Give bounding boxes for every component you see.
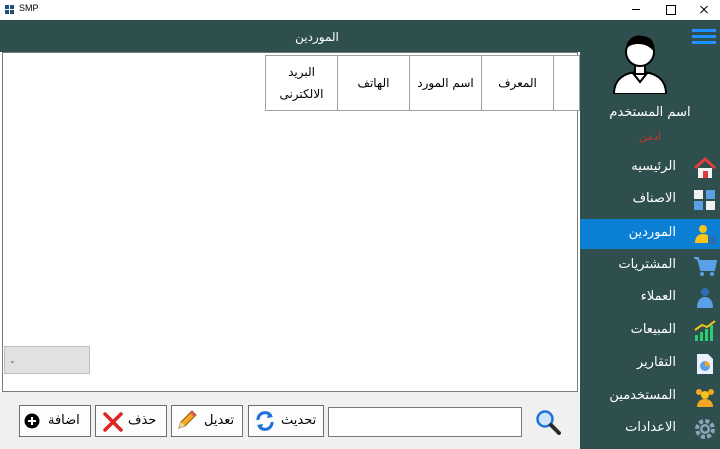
column-header-id[interactable]: المعرف [482,56,554,110]
nav-label: الاعدادات [625,420,676,435]
column-header-email[interactable]: البريد الالكترنى [266,56,338,110]
nav-item-purchases[interactable]: المشتريات [580,251,720,281]
sidebar: اسم المستخدم ادمن الرئيسيه الاصناف المور… [580,20,720,449]
user-name: اسم المستخدم [609,105,691,120]
add-label: اضافة [48,413,80,428]
nav-item-sales[interactable]: المبيعات [580,316,720,346]
nav-label: الرئيسيه [631,159,676,174]
add-button[interactable]: اضافة [19,405,91,437]
search-input[interactable] [328,407,522,437]
refresh-button[interactable]: تحديث [248,405,324,437]
dropdown-select[interactable]: ⌄ [4,346,90,374]
nav-label: الموردين [628,225,676,240]
refresh-icon [256,411,274,431]
nav-label: الاصناف [632,191,676,206]
suppliers-icon [695,225,716,244]
gear-icon [695,419,715,439]
maximize-button[interactable] [653,0,687,20]
edit-label: تعديل [204,413,235,428]
window-title: SMP [19,3,39,13]
nav-item-home[interactable]: الرئيسيه [580,153,720,183]
nav-label: المستخدمين [609,388,676,403]
toolbar: اضافة حذف تعديل تحديث [0,392,580,449]
user-role: ادمن [638,130,662,143]
page-header: الموردين [0,20,580,52]
add-icon [24,413,40,429]
grid-header: البريد الالكترنى الهاتف اسم المورد المعر… [265,55,580,111]
report-icon [697,354,713,374]
chevron-down-icon: ⌄ [9,356,16,365]
home-icon [693,157,717,178]
users-icon [696,389,714,407]
nav-label: العملاء [640,289,676,304]
nav-item-users[interactable]: المستخدمين [580,382,720,412]
refresh-label: تحديث [281,413,317,428]
categories-icon [694,190,715,210]
delete-button[interactable]: حذف [95,405,167,437]
nav-label: المبيعات [630,322,676,337]
title-bar: SMP [0,0,720,20]
delete-label: حذف [128,413,157,428]
column-header-supplier-name[interactable]: اسم المورد [410,56,482,110]
suppliers-grid-panel: البريد الالكترنى الهاتف اسم المورد المعر… [2,52,580,392]
sales-chart-icon [694,320,716,341]
nav-item-reports[interactable]: التقارير [580,349,720,379]
menu-icon[interactable] [692,27,716,47]
nav-item-settings[interactable]: الاعدادات [580,414,720,444]
close-button[interactable] [687,0,720,20]
page-title: الموردين [295,30,339,44]
minimize-button[interactable] [619,0,653,20]
user-avatar-icon [612,35,668,94]
delete-x-icon [103,412,123,432]
nav-item-suppliers[interactable]: الموردين [580,219,720,249]
search-icon[interactable] [535,409,561,435]
pencil-icon [178,410,197,429]
edit-button[interactable]: تعديل [171,405,243,437]
customers-icon [697,288,713,308]
nav-item-customers[interactable]: العملاء [580,283,720,313]
row-header-column [554,56,580,110]
column-header-phone[interactable]: الهاتف [338,56,410,110]
nav-item-categories[interactable]: الاصناف [580,185,720,215]
nav-label: التقارير [636,355,676,370]
app-icon [5,5,15,15]
cart-icon [694,257,717,276]
nav-label: المشتريات [618,257,676,272]
